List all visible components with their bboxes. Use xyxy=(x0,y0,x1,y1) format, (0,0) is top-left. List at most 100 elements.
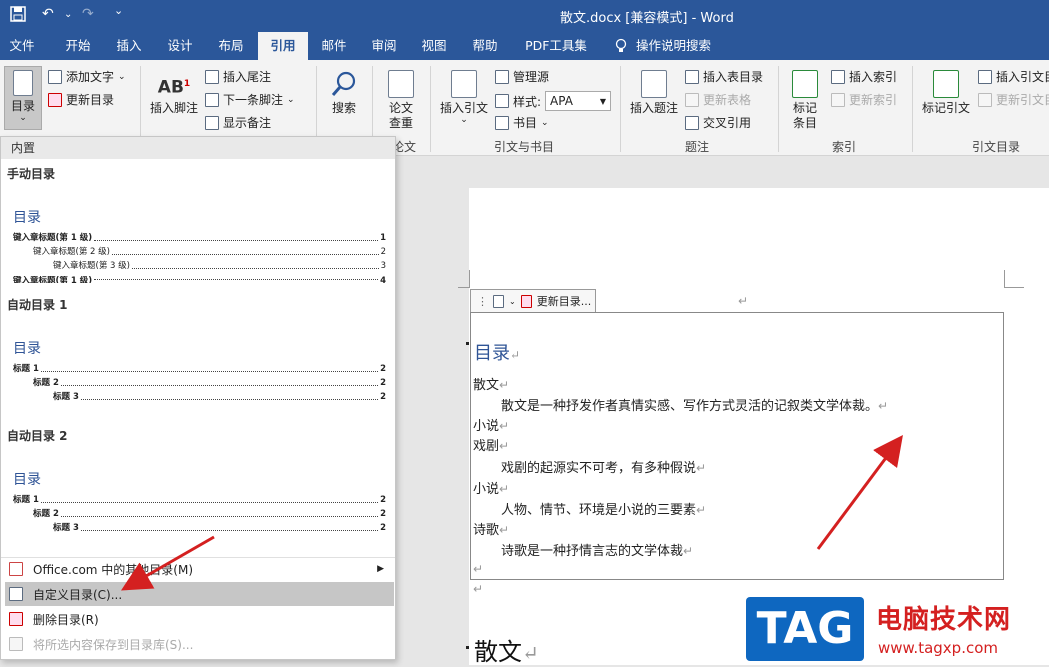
tab-home[interactable]: 开始 xyxy=(54,32,102,60)
save-gallery-icon xyxy=(9,637,23,651)
toc-menu-arrow-icon[interactable]: ⌄ xyxy=(509,297,516,306)
style-icon xyxy=(495,94,509,108)
add-text-icon xyxy=(48,69,62,84)
toc-entry[interactable]: 小说↵ xyxy=(473,478,509,497)
remove-toc-item[interactable]: 删除目录(R) xyxy=(5,607,394,631)
update-index-icon xyxy=(831,92,845,107)
toc-dropdown-gallery: 内置 手动目录 目录 键入章标题(第 1 级) 1 键入章标题(第 2 级) 2 键… xyxy=(0,136,396,660)
search-icon xyxy=(324,70,364,98)
show-notes-button[interactable]: 显示备注 xyxy=(205,114,271,131)
tell-me-search[interactable]: 操作说明搜索 xyxy=(636,32,716,60)
update-toc-icon xyxy=(48,92,62,107)
footnote-icon: AB1 xyxy=(157,77,191,98)
toc-entry[interactable]: 诗歌是一种抒情言志的文学体裁↵ xyxy=(501,540,693,559)
insert-toa-button[interactable]: 插入引文目 xyxy=(978,68,1049,85)
insert-footnote-button[interactable]: AB1 插入脚注 xyxy=(146,70,202,116)
toc-entry[interactable]: 诗歌↵ xyxy=(473,519,509,538)
toc-entry[interactable]: 小说↵ xyxy=(473,415,509,434)
toc-icon xyxy=(13,70,33,96)
mark-entry-icon xyxy=(792,70,818,98)
next-footnote-button[interactable]: 下一条脚注 ⌄ xyxy=(205,91,295,108)
drag-handle-icon[interactable]: ⋮ xyxy=(477,295,488,308)
mark-citation-button[interactable]: 标记引文 xyxy=(918,70,974,116)
toc-entry[interactable]: 戏剧↵ xyxy=(473,435,509,454)
toc-entry[interactable]: 散文是一种抒发作者真情实感、写作方式灵活的记叙类文学体裁。↵ xyxy=(501,395,888,414)
insert-index-icon xyxy=(831,69,845,84)
update-index-button[interactable]: 更新索引 xyxy=(831,91,897,108)
search-button[interactable]: 搜索 xyxy=(324,70,364,116)
next-footnote-icon xyxy=(205,92,219,107)
more-toc-from-office-item[interactable]: Office.com 中的其他目录(M) ▶ xyxy=(5,557,394,581)
tab-references[interactable]: 引用 xyxy=(258,32,308,60)
lightbulb-icon xyxy=(610,32,632,60)
update-toc-control-label[interactable]: 更新目录... xyxy=(537,293,592,309)
show-notes-icon xyxy=(205,115,219,130)
gallery-header: 内置 xyxy=(1,137,395,159)
captions-group-label: 题注 xyxy=(685,140,710,154)
manual-toc-label: 手动目录 xyxy=(7,167,56,181)
toc-content-control-tab[interactable]: ⋮ ⌄ 更新目录... xyxy=(470,289,596,312)
toc-button[interactable]: 目录 ⌄ xyxy=(4,70,42,123)
insert-endnote-button[interactable]: 插入尾注 xyxy=(205,68,271,85)
custom-toc-icon xyxy=(9,587,23,601)
auto-toc-1-label: 自动目录 1 xyxy=(7,298,68,312)
toc-entry[interactable]: 人物、情节、环境是小说的三要素↵ xyxy=(501,499,706,518)
auto-toc-2-option[interactable] xyxy=(1,454,395,544)
paper-check-icon xyxy=(388,70,414,98)
toc-menu-icon[interactable] xyxy=(493,294,504,308)
tab-insert[interactable]: 插入 xyxy=(106,32,152,60)
doc-toc-title: 目录↵ xyxy=(474,343,521,364)
toc-entry[interactable]: 戏剧的起源实不可考，有多种假说↵ xyxy=(501,457,706,476)
insert-citation-button[interactable]: 插入引文 ⌄ xyxy=(436,70,492,125)
manual-toc-option[interactable] xyxy=(1,193,395,289)
mark-entry-button[interactable]: 标记 条目 xyxy=(784,70,826,131)
undo-icon[interactable]: ↶ xyxy=(42,6,54,22)
update-toc-small-icon xyxy=(520,294,532,308)
mark-citation-icon xyxy=(933,70,959,98)
title-bar: ↶ ⌄ ↷ ⌄ 散文.docx [兼容模式] - Word xyxy=(0,0,1049,32)
toc-entry[interactable]: 散文↵ xyxy=(473,374,509,393)
tab-mailings[interactable]: 邮件 xyxy=(312,32,356,60)
tab-file[interactable]: 文件 xyxy=(0,32,44,60)
tab-review[interactable]: 审阅 xyxy=(362,32,406,60)
style-dropdown[interactable]: APA ▼ xyxy=(545,91,612,111)
style-selector: 样式: APA ▼ xyxy=(495,91,612,111)
manage-sources-icon xyxy=(495,69,509,84)
office-icon xyxy=(9,562,23,576)
paper-check-button[interactable]: 论文 查重 xyxy=(380,70,422,131)
save-icon[interactable] xyxy=(10,6,26,26)
tab-view[interactable]: 视图 xyxy=(412,32,456,60)
tab-help[interactable]: 帮助 xyxy=(462,32,508,60)
insert-caption-icon xyxy=(641,70,667,98)
bibliography-button[interactable]: 书目 ⌄ xyxy=(495,114,549,131)
auto-toc-2-label: 自动目录 2 xyxy=(7,429,68,443)
table-of-figures-icon xyxy=(685,69,699,84)
save-selection-to-gallery-item[interactable]: 将所选内容保存到目录库(S)... xyxy=(5,632,394,656)
tab-design[interactable]: 设计 xyxy=(156,32,204,60)
insert-index-button[interactable]: 插入索引 xyxy=(831,68,897,85)
customize-toolbar-icon[interactable]: ⌄ xyxy=(114,4,123,17)
update-toa-button[interactable]: 更新引文目 xyxy=(978,91,1049,108)
toc-button-label: 目录 xyxy=(10,99,35,113)
insert-table-of-figures-button[interactable]: 插入表目录 xyxy=(685,68,763,85)
ribbon-tabs: 文件 开始 插入 设计 布局 引用 邮件 审阅 视图 帮助 PDF工具集 操作说… xyxy=(0,32,1049,60)
auto-toc-1-option[interactable] xyxy=(1,323,395,413)
cross-reference-button[interactable]: 交叉引用 xyxy=(685,114,751,131)
redo-icon[interactable]: ↷ xyxy=(82,6,94,22)
update-table-button[interactable]: 更新表格 xyxy=(685,91,751,108)
bibliography-icon xyxy=(495,115,509,130)
citations-group-label: 引文与书目 xyxy=(494,140,555,154)
insert-toa-icon xyxy=(978,69,992,84)
doc-heading[interactable]: 散文↵ xyxy=(474,632,539,667)
remove-toc-icon xyxy=(9,612,23,626)
endnote-icon xyxy=(205,69,219,84)
undo-dropdown-icon[interactable]: ⌄ xyxy=(64,9,72,20)
add-text-button[interactable]: 添加文字 ⌄ xyxy=(48,68,126,85)
update-toc-button[interactable]: 更新目录 xyxy=(48,91,114,108)
custom-toc-item[interactable]: 自定义目录(C)... xyxy=(5,582,394,606)
window-title: 散文.docx [兼容模式] - Word xyxy=(560,11,734,26)
tab-pdf-tools[interactable]: PDF工具集 xyxy=(516,32,596,60)
manage-sources-button[interactable]: 管理源 xyxy=(495,68,549,85)
insert-caption-button[interactable]: 插入题注 xyxy=(626,70,682,116)
tab-layout[interactable]: 布局 xyxy=(208,32,254,60)
